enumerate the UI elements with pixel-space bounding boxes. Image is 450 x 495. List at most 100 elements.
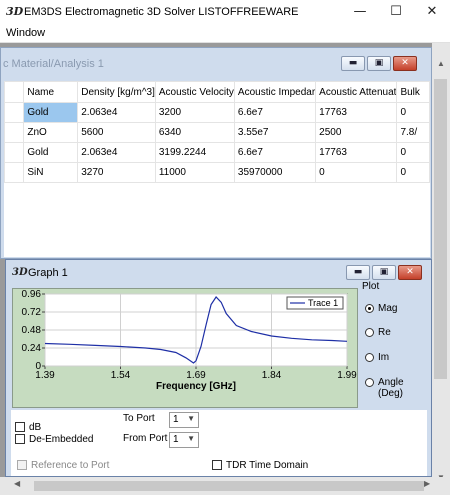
table-cell[interactable]: 2500	[315, 122, 398, 143]
app-titlebar: 3D EM3DS Electromagnetic 3D Solver LISTO…	[0, 0, 450, 24]
maximize-button[interactable]: ☐	[378, 0, 414, 24]
from-port-value: 1	[173, 434, 179, 445]
y-tick-label: 0.96	[22, 289, 42, 300]
chart-svg: 1.39 1.54 1.69 1.84 1.9900.240.480.720.96Fre…	[22, 289, 357, 392]
menu-bar: Window	[0, 24, 450, 43]
to-port-value: 1	[173, 414, 179, 425]
graph-restore-button[interactable]: ▣	[372, 265, 396, 280]
table-cell[interactable]: ZnO	[23, 122, 79, 143]
from-port-label: From Port	[123, 433, 168, 444]
chevron-down-icon: ▼	[187, 414, 195, 423]
radio-re[interactable]	[365, 328, 374, 337]
header-cell[interactable]: Acoustic Velocity	[154, 81, 235, 103]
header-cell[interactable]: Name	[23, 81, 79, 103]
radio-angle-label: Angle (Deg)	[378, 377, 404, 399]
table-cell[interactable]: 35970000	[233, 162, 317, 183]
table-cell[interactable]: 3270	[77, 162, 156, 183]
scroll-thumb[interactable]	[34, 481, 424, 491]
table-cell[interactable]: 0	[315, 162, 398, 183]
x-tick-label: 1.69	[186, 370, 206, 381]
table-row: Gold 2.063e4 3199.2244 6.6e7 17763 0	[4, 142, 430, 163]
graph-window: 3D Graph 1 ▬ ▣ ✕ 1.39 1.54 1.69 1.84 1.99 0 0.…	[5, 259, 432, 477]
table-cell[interactable]: 0	[396, 162, 430, 183]
table-cell[interactable]: 17763	[315, 142, 398, 163]
de-embedded-label: De-Embedded	[29, 434, 94, 445]
scroll-thumb[interactable]	[434, 79, 447, 379]
legend-label: Trace 1	[308, 298, 338, 308]
reference-to-port-label: Reference to Port	[31, 460, 110, 471]
radio-im-label: Im	[378, 352, 390, 363]
horizontal-scrollbar[interactable]: ◀ ▶	[0, 477, 450, 495]
material-restore-button[interactable]: ▣	[367, 56, 391, 71]
material-table-area: Name Density [kg/m^3] Acoustic Velocity …	[4, 81, 430, 257]
graph-window-icon: 3D	[12, 267, 28, 278]
y-tick-label: 0.72	[22, 307, 42, 318]
table-cell[interactable]: 0	[396, 142, 430, 163]
table-cell[interactable]: 0	[396, 102, 430, 123]
radio-angle[interactable]	[365, 378, 374, 387]
table-cell[interactable]: 2.063e4	[77, 102, 156, 123]
material-analysis-window: c Material/Analysis 1 ▬ ▣ ✕ Name Density…	[0, 47, 432, 259]
header-cell[interactable]: Bulk	[396, 81, 430, 103]
menu-item-window[interactable]: Window	[6, 27, 45, 39]
graph-panel: 1.39 1.54 1.69 1.84 1.99 0 0.24 0.48 0.72 0.96 Fre…	[12, 288, 358, 408]
table-cell[interactable]: 6.6e7	[233, 142, 317, 163]
table-cell[interactable]: 5600	[77, 122, 156, 143]
graph-minimize-button[interactable]: ▬	[346, 265, 370, 280]
chevron-down-icon: ▼	[187, 434, 195, 443]
minimize-button[interactable]: —	[342, 0, 378, 24]
from-port-dropdown[interactable]: 1 ▼	[169, 432, 199, 448]
x-tick-label: 1.54	[111, 370, 131, 381]
table-cell[interactable]: Gold	[23, 102, 79, 123]
table-cell[interactable]: 11000	[154, 162, 235, 183]
x-tick-label: 1.99	[337, 370, 357, 381]
table-cell[interactable]: 6.6e7	[233, 102, 317, 123]
material-close-button[interactable]: ✕	[393, 56, 417, 71]
radio-mag[interactable]	[365, 304, 374, 313]
row-header-cell[interactable]	[4, 122, 25, 143]
row-header-cell[interactable]	[4, 142, 25, 163]
table-cell[interactable]: 6340	[154, 122, 235, 143]
reference-to-port-checkbox[interactable]	[17, 460, 27, 470]
de-embedded-checkbox[interactable]	[15, 434, 25, 444]
row-header-cell[interactable]	[4, 162, 25, 183]
db-label: dB	[29, 422, 42, 433]
header-cell[interactable]: Density [kg/m^3]	[77, 81, 156, 103]
graph-window-title: Graph 1	[28, 267, 68, 279]
to-port-dropdown[interactable]: 1 ▼	[169, 412, 199, 428]
header-cell[interactable]: Acoustic Impedar	[233, 81, 317, 103]
row-header-cell[interactable]	[4, 102, 25, 123]
material-window-title: c Material/Analysis 1	[3, 58, 104, 70]
table-header-row: Name Density [kg/m^3] Acoustic Velocity …	[4, 81, 430, 103]
table-cell[interactable]: SiN	[23, 162, 79, 183]
table-cell[interactable]: 7.8/	[396, 122, 430, 143]
scroll-left-icon[interactable]: ◀	[14, 479, 20, 488]
db-checkbox[interactable]	[15, 422, 25, 432]
scroll-up-icon[interactable]: ▲	[432, 59, 450, 73]
table-cell[interactable]: 3.55e7	[233, 122, 317, 143]
vertical-scrollbar[interactable]: ▲ ▼	[432, 43, 450, 495]
table-cell[interactable]: 3200	[154, 102, 235, 123]
header-cell[interactable]: Acoustic Attenuat	[315, 81, 398, 103]
radio-mag-label: Mag	[378, 303, 398, 314]
y-tick-label: 0.24	[22, 343, 42, 354]
table-row: ZnO 5600 6340 3.55e7 2500 7.8/	[4, 122, 430, 143]
table-row: Gold 2.063e4 3200 6.6e7 17763 0	[4, 102, 430, 123]
y-tick-label: 0.48	[22, 325, 42, 336]
table-cell[interactable]: 17763	[315, 102, 398, 123]
table-cell[interactable]: Gold	[23, 142, 79, 163]
scroll-right-icon[interactable]: ▶	[424, 479, 430, 488]
radio-im[interactable]	[365, 353, 374, 362]
header-cell[interactable]	[4, 81, 25, 103]
graph-close-button[interactable]: ✕	[398, 265, 422, 280]
close-button[interactable]: ✕	[414, 0, 450, 24]
material-table: Name Density [kg/m^3] Acoustic Velocity …	[4, 81, 430, 183]
app-title: EM3DS Electromagnetic 3D Solver LISTOFFR…	[24, 6, 299, 18]
y-tick-label: 0	[35, 361, 41, 372]
material-minimize-button[interactable]: ▬	[341, 56, 365, 71]
x-tick-label: 1.84	[262, 370, 282, 381]
table-cell[interactable]: 2.063e4	[77, 142, 156, 163]
table-cell[interactable]: 3199.2244	[154, 142, 235, 163]
tdr-checkbox[interactable]	[212, 460, 222, 470]
x-axis-label: Frequency [GHz]	[156, 381, 236, 392]
